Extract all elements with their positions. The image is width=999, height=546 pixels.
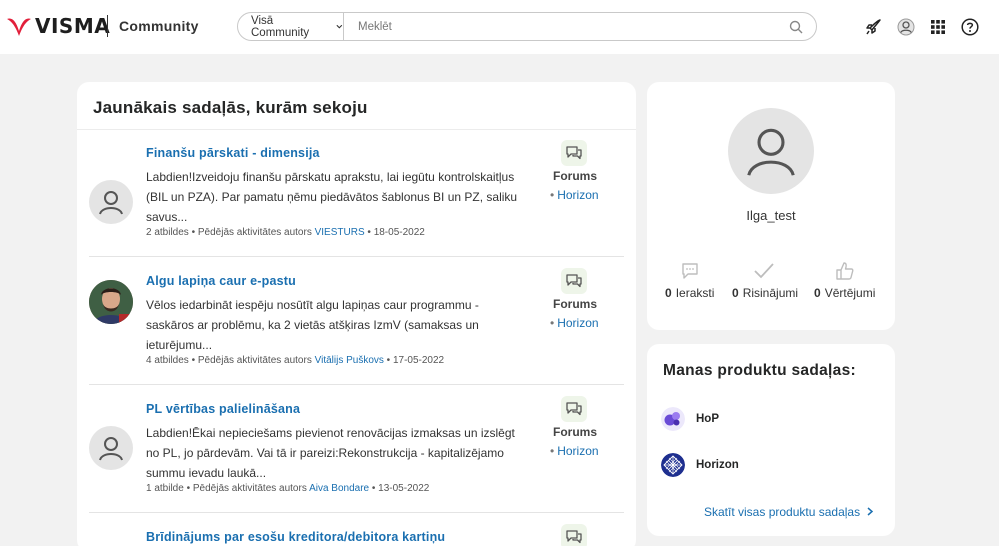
item-date: 18-05-2022 [373,227,425,238]
help-icon[interactable] [959,16,981,38]
chevron-right-icon [867,507,874,516]
search-icon [789,20,803,33]
products-title: Manas produktu sadaļas: [663,362,856,379]
rocket-icon[interactable] [862,16,884,38]
forum-icon [561,140,587,166]
reply-count: 4 atbildes [146,355,189,366]
top-header: VISMA Community Visā Community [0,0,999,54]
feed-item: Brīdinājums par esošu kreditora/debitora… [89,524,624,546]
divider [89,256,624,257]
item-meta: 2 atbildes • Pēdējās aktivitātes autors … [146,227,425,238]
item-meta: 4 atbildes • Pēdējās aktivitātes autors … [146,355,445,366]
feed-item: Finanšu pārskati - dimensija Labdien!Izv… [89,140,624,256]
board-name: Horizon [557,444,599,458]
item-snippet: Labdien!Ēkai nepieciešams pievienot reno… [146,426,515,480]
last-activity-label: Pēdējās aktivitātes autors [197,355,312,366]
default-user-icon [99,437,123,461]
apps-grid-icon[interactable] [927,16,949,38]
item-date: 17-05-2022 [392,355,445,366]
board-type: Forums [553,169,598,183]
feed-title: Jaunākais sadaļās, kurām sekoju [93,98,368,117]
item-snippet: Labdien!Izveidoju finanšu pārskatu aprak… [146,170,518,224]
product-name[interactable]: Horizon [696,459,739,471]
last-activity-label: Pēdējās aktivitātes autors [192,483,307,494]
board-link[interactable]: • Horizon [550,444,599,458]
profile-name[interactable]: Ilga_test [647,208,895,223]
reply-count: 2 atbildes [146,227,189,238]
view-all-products-label: Skatīt visas produktu sadaļas [704,505,861,519]
board-link[interactable]: • Horizon [550,188,599,202]
avatar[interactable] [89,180,133,224]
community-label[interactable]: Community [119,18,199,34]
stat-label: Ieraksti [675,286,715,300]
feed-item: PL vērtības palielināšana Labdien!Ēkai n… [89,396,624,512]
user-photo [89,280,133,324]
thumbs-up-icon [834,260,856,282]
comment-icon [679,260,701,282]
chevron-down-icon [336,24,343,29]
forum-icon [561,268,587,294]
product-name[interactable]: HoP [696,413,719,425]
stat-count: 0 [665,286,672,300]
stat-label: Vērtējumi [824,286,876,300]
followed-feed-card: Jaunākais sadaļās, kurām sekoju Finanšu … [77,82,636,546]
search-button[interactable] [776,13,816,40]
author-link[interactable]: Aiva Bondare [309,483,369,494]
feed-item: Algu lapiņa caur e-pastu Vēlos iedarbinā… [89,268,624,384]
item-title-link[interactable]: Algu lapiņa caur e-pastu [146,274,296,288]
item-title-link[interactable]: PL vērtības palielināšana [146,402,300,416]
divider [89,384,624,385]
item-snippet: Vēlos iedarbināt iespēju nosūtīt algu la… [146,298,479,352]
board-name: Horizon [557,188,599,202]
board-type: Forums [553,425,598,439]
forum-icon [561,524,587,546]
author-link[interactable]: VIESTURS [315,227,365,238]
logo-divider [107,15,108,37]
divider [89,512,624,513]
user-profile-icon[interactable] [895,16,917,38]
stat-count: 0 [814,286,821,300]
board-name: Horizon [557,316,599,330]
board-type: Forums [553,297,598,311]
view-all-products-link[interactable]: Skatīt visas produktu sadaļas [704,505,874,519]
stat-solutions: 0 Risinājumi [732,286,798,300]
visma-logo[interactable]: VISMA [6,14,110,38]
item-meta: 1 atbilde • Pēdējās aktivitātes autors A… [146,483,430,494]
avatar[interactable] [89,426,133,470]
search-scope-label: Visā Community [251,14,310,39]
board-link[interactable]: • Horizon [550,316,599,330]
default-user-icon [747,128,795,176]
item-title-link[interactable]: Finanšu pārskati - dimensija [146,146,320,160]
default-user-icon [99,191,123,215]
stat-posts: 0 Ieraksti [665,286,714,300]
reply-count: 1 atbilde [146,483,184,494]
stat-label: Risinājumi [742,286,799,300]
author-link[interactable]: Vitālijs Puškovs [315,355,384,366]
horizon-product-icon[interactable] [661,453,685,477]
visma-logo-icon [7,18,31,36]
search-input[interactable] [344,13,776,40]
item-date: 13-05-2022 [378,483,430,494]
stat-kudos: 0 Vērtējumi [814,286,875,300]
avatar[interactable] [89,280,133,324]
logo-text: VISMA [35,14,111,38]
checkmark-icon [753,260,775,282]
stat-count: 0 [732,286,739,300]
search-bar: Visā Community [237,12,817,41]
hop-product-icon[interactable] [661,407,685,431]
my-products-card: Manas produktu sadaļas: HoP Horizon Skat… [647,344,895,536]
divider [77,129,636,130]
search-scope-dropdown[interactable]: Visā Community [238,13,344,40]
forum-icon [561,396,587,422]
profile-card: Ilga_test 0 Ieraksti 0 Risinājumi 0 Vērtēju… [647,82,895,330]
last-activity-label: Pēdējās aktivitātes autors [197,227,312,238]
profile-avatar[interactable] [728,108,814,194]
item-title-link[interactable]: Brīdinājums par esošu kreditora/debitora… [146,530,445,544]
